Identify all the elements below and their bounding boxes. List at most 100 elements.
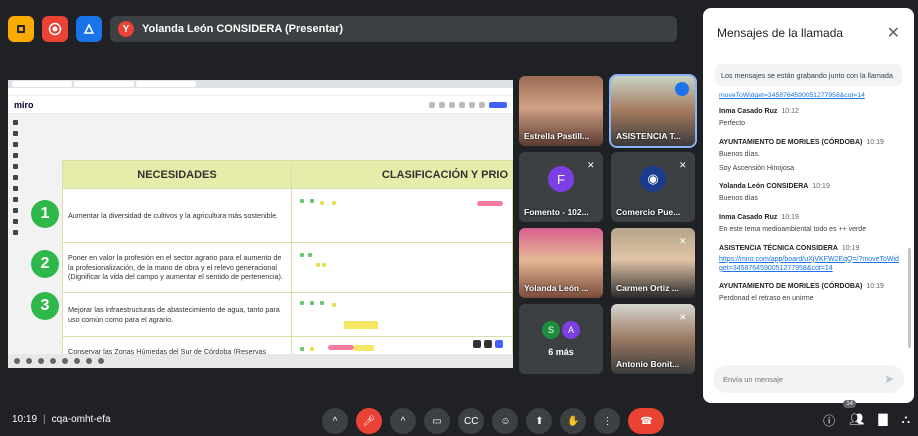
message-text: Perdonad el retraso en unirme [719,294,814,302]
row-number-badge: 2 [31,250,59,278]
participant-tile[interactable]: Yolanda León ... [519,228,603,298]
chat-message: Inma Casado Ruz 10:12 Perfecto [719,108,900,129]
participant-name: Estrella Pastill... [524,131,590,141]
classification-cell [291,292,513,337]
participant-name: Antonio Bonit... [616,359,680,369]
miro-toolbar: miro [8,96,513,114]
message-sender: Inma Casado Ruz [719,108,778,115]
message-sender: Yolanda León CONSIDERA [719,183,809,191]
chat-panel: Mensajes de la llamada ✕ Los mensajes se… [703,8,914,403]
record-icon[interactable] [42,16,68,42]
chat-scrollbar[interactable] [908,248,911,348]
header-needs: NECESIDADES [62,160,292,189]
message-sender: AYUNTAMIENTO DE MORILES (CÓRDOBA) [719,138,863,146]
message-time: 10:12 [781,108,799,115]
message-text: En este tema medioambiental todo es ++ v… [719,226,867,233]
activities-icon[interactable]: ⛬ [902,412,910,429]
participant-tile[interactable]: ✕ Antonio Bonit... [611,304,695,374]
participant-tile[interactable]: ✕ F Fomento - 102... [519,152,603,222]
browser-tab-strip [8,80,513,88]
shared-screen[interactable]: miro NECESIDADES CLASIFICACIÓN Y PRIO Au… [8,80,513,368]
classification-cell [291,188,513,243]
presenter-avatar: Y [118,21,134,37]
need-text: Aumentar la diversidad de cultivos y la … [62,188,292,243]
camera-button[interactable]: ▭ [424,408,450,434]
message-list[interactable]: moveToWidget=3458764590051277958&cot=14 … [719,90,900,355]
message-sender: AYUNTAMIENTO DE MORILES (CÓRDOBA) [719,282,863,290]
message-time: 10:19 [812,183,830,191]
participant-tile[interactable]: ASISTENCIA T... [609,74,697,148]
participant-logo: ◉ [640,166,666,192]
camera-options-icon[interactable]: ^ [390,408,416,434]
participant-avatar: S [542,321,560,339]
table-row: Mejorar las infraestructuras de abasteci… [62,292,513,337]
hand-raise-icon[interactable] [8,16,34,42]
chat-title: Mensajes de la llamada [717,26,844,40]
more-count: 6 más [548,347,574,357]
info-icon[interactable]: ⓘ [823,412,835,429]
message-text: Perfecto [719,120,746,127]
clock: 10:19 [12,414,38,425]
chat-message: Yolanda León CONSIDERA 10:19 Buenos días [719,183,900,204]
participant-tile[interactable]: Estrella Pastill... [519,76,603,146]
message-text: Buenos días. [719,150,760,158]
recording-notice: Los mensajes se están grabando junto con… [715,64,902,86]
mic-off-icon: ✕ [679,312,687,322]
emoji-icon[interactable]: ☺ [492,408,519,434]
captions-icon[interactable]: CC [458,408,485,434]
close-icon[interactable]: ✕ [887,23,900,43]
raise-hand-icon[interactable]: ✋ [560,408,587,434]
needs-table: NECESIDADES CLASIFICACIÓN Y PRIO Aumenta… [62,160,513,367]
miro-zoom-controls [473,340,503,348]
message-link[interactable]: https://miro.com/app/board/uXjVKFW2EqQ=/… [719,255,900,273]
message-text: Soy Ascensión Hinojosa [719,164,795,172]
row-number-badge: 3 [31,292,59,320]
table-row: Poner en valor la profesión en el sector… [62,242,513,293]
message-input-box[interactable]: ➤ [713,365,904,393]
side-controls: ⓘ 👥︎ ▇ ⛬ [823,412,910,429]
message-input[interactable] [723,374,884,384]
header-classification: CLASIFICACIÓN Y PRIO [291,160,513,189]
participant-avatar: F [548,166,574,192]
classification-cell [291,242,513,293]
participant-name: Fomento - 102... [524,207,589,217]
miro-tools [429,101,507,108]
present-icon[interactable]: ⬆ [526,408,553,434]
mic-off-button[interactable]: 🎤︎ [356,408,382,434]
mic-off-icon: ✕ [587,160,595,170]
chat-message: AYUNTAMIENTO DE MORILES (CÓRDOBA) 10:19 B… [719,139,900,174]
mic-off-icon: ✕ [679,160,687,170]
table-row: Aumentar la diversidad de cultivos y la … [62,188,513,243]
more-participants-tile[interactable]: S A 6 más [519,304,603,374]
participant-tile[interactable]: ✕ Carmen Ortiz ... [611,228,695,298]
more-avatars: S A [542,321,580,339]
people-count-badge: 14 [843,400,856,408]
leave-call-button[interactable]: ☎ [628,408,665,434]
call-controls: ^ 🎤︎ ^ ▭ CC ☺ ⬆ ✋ ⋮ ☎ [322,408,665,434]
message-link[interactable]: moveToWidget=3458764590051277958&cot=14 [719,92,900,100]
participant-avatar: A [562,321,580,339]
presenter-bar: Y Yolanda León CONSIDERA (Presentar) [8,15,677,43]
meeting-info: 10:19 | cqa-omht-efa [12,414,111,425]
mic-off-icon: ✕ [679,236,687,246]
activities-icon[interactable] [76,16,102,42]
participant-tile[interactable]: ✕ ◉ Comercio Pue... [611,152,695,222]
bottom-bar: 10:19 | cqa-omht-efa ^ 🎤︎ ^ ▭ CC ☺ ⬆ ✋ ⋮… [0,400,918,436]
more-options-icon[interactable]: ⋮ [594,408,621,434]
chat-message: ASISTENCIA TÉCNICA CONSIDERA 10:19 https:… [719,245,900,273]
chat-icon[interactable]: ▇ [878,412,887,429]
participant-name: ASISTENCIA T... [616,131,681,141]
taskbar [8,354,513,368]
send-icon[interactable]: ➤ [884,372,894,386]
message-time: 10:19 [841,244,860,252]
speaking-indicator-icon [675,82,689,96]
message-sender: ASISTENCIA TÉCNICA CONSIDERA [719,244,838,252]
participant-name: Yolanda León ... [524,283,589,293]
mic-options-icon[interactable]: ^ [322,408,348,434]
participant-name: Comercio Pue... [616,207,681,217]
browser-address-bar [8,88,513,96]
meet-window: Y Yolanda León CONSIDERA (Presentar) mir… [0,0,918,436]
people-icon[interactable]: 👥︎ [849,412,864,429]
message-time: 10:19 [781,214,799,221]
presenter-label: Yolanda León CONSIDERA (Presentar) [142,23,344,35]
